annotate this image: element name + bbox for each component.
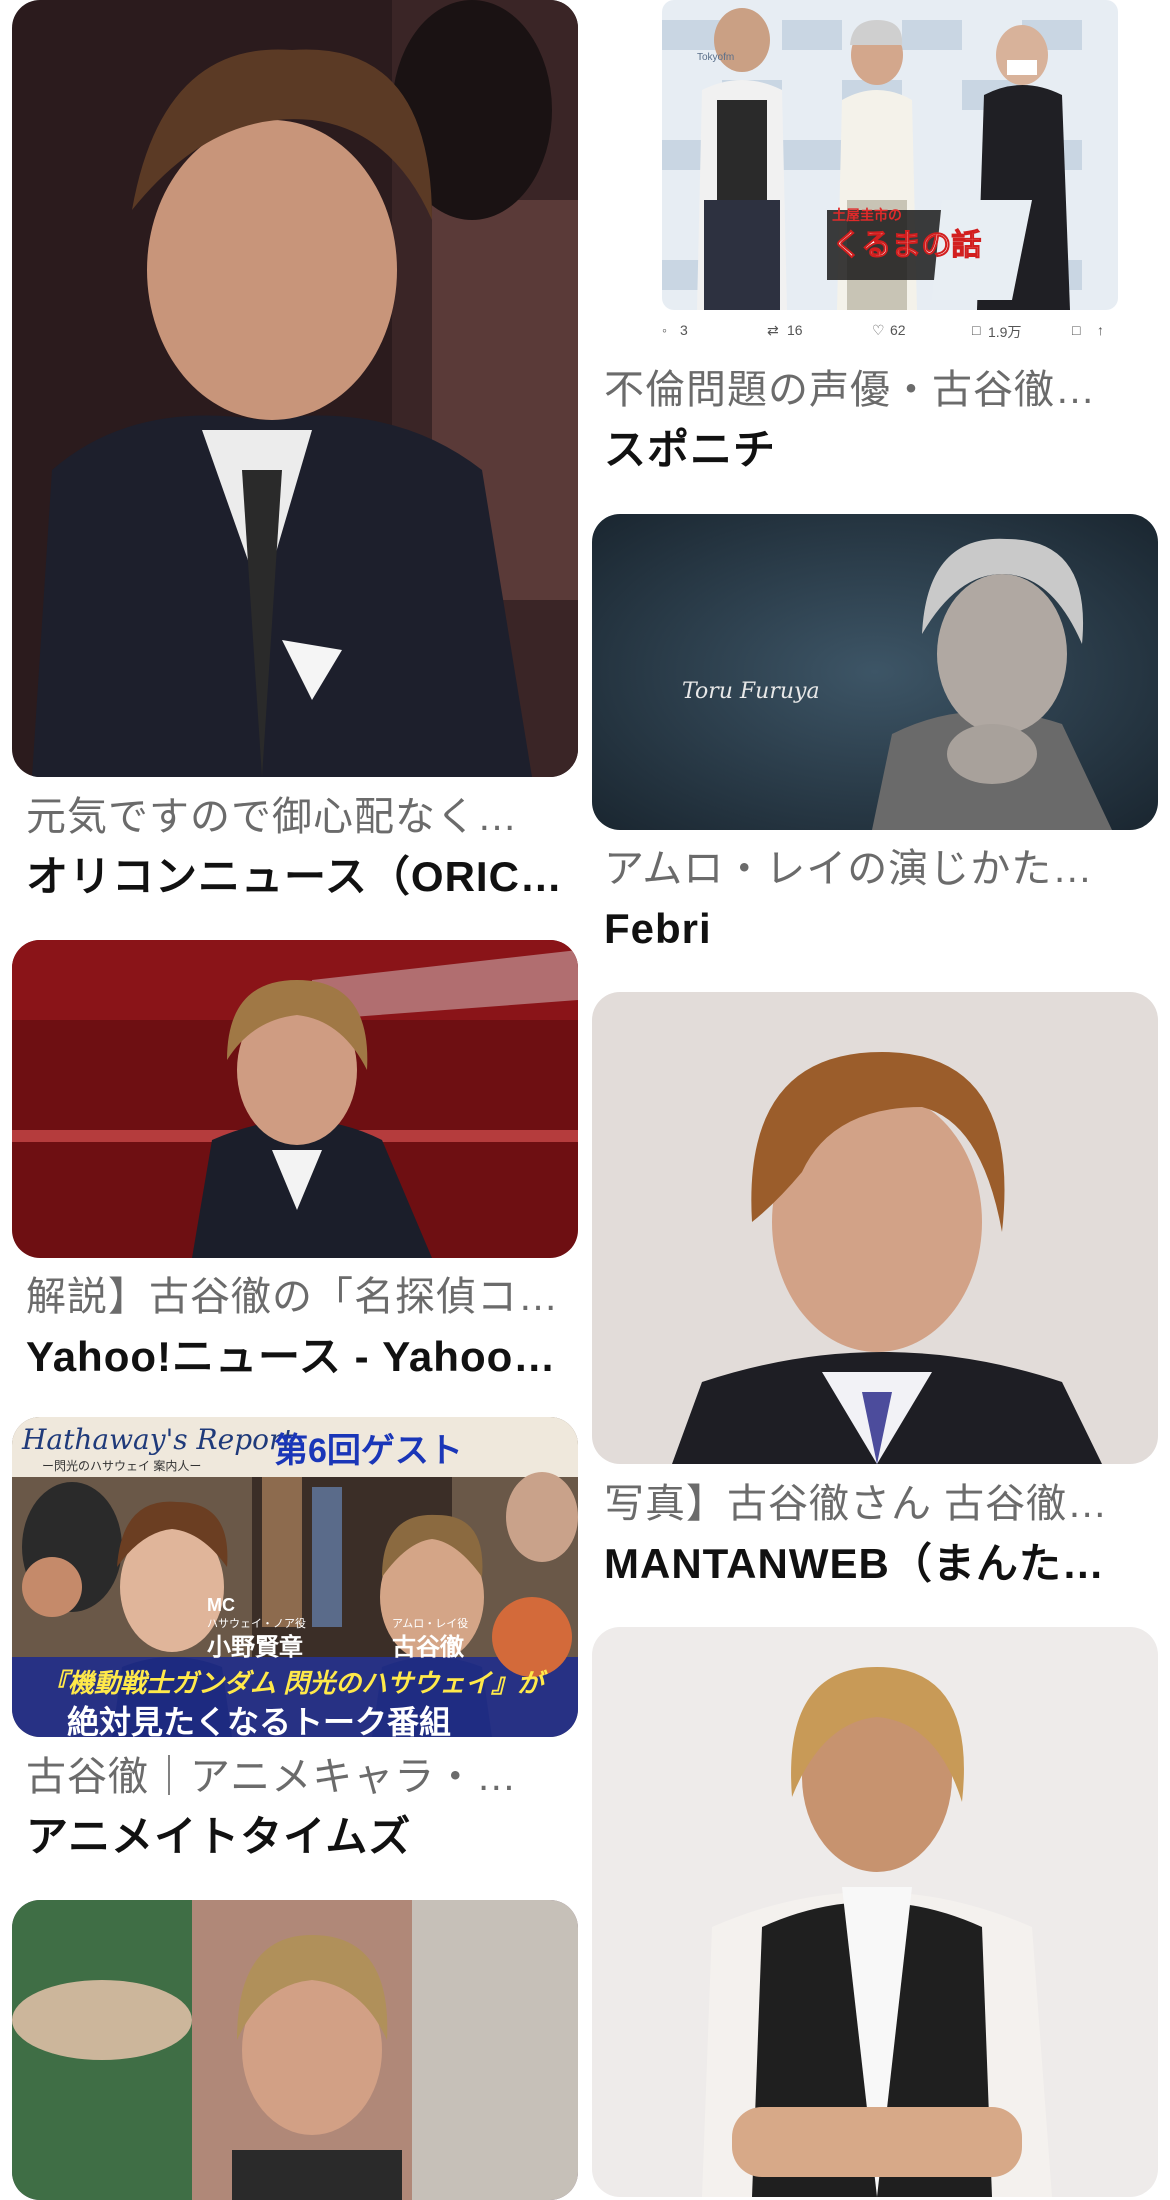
tweet-action-bar: ◦ 3 ⇄ 16 ♡ 62 □ 1.9万 □ ↑ — [662, 322, 1118, 342]
overlay-mc: MC — [207, 1595, 235, 1615]
result-source[interactable]: Febri — [604, 904, 1144, 954]
overlay-amuro-name: 古谷徹 — [392, 1634, 464, 1661]
result-source[interactable]: オリコンニュース（ORIC… — [26, 852, 566, 902]
bookmark-icon: □ — [1072, 322, 1081, 338]
retweet-count: 16 — [787, 322, 803, 338]
overlay-sponsor-wall: Tokyofm — [697, 52, 735, 63]
reply-icon: ◦ — [662, 322, 667, 338]
overlay-guest: 第6回ゲスト — [274, 1432, 463, 1470]
share-icon: ↑ — [1097, 322, 1104, 338]
overlay-hathaway-sub: ー閃光のハサウェイ 案内人ー — [42, 1459, 202, 1473]
result-image[interactable] — [12, 940, 578, 1258]
like-count: 62 — [890, 322, 906, 338]
result-source[interactable]: MANTANWEB（まんたん… — [604, 1539, 1144, 1589]
result-source[interactable]: Yahoo!ニュース - Yahoo!… — [26, 1332, 566, 1382]
result-image[interactable] — [12, 1900, 578, 2200]
result-title[interactable]: 古谷徹｜アニメキャラ・… — [26, 1753, 566, 1801]
result-source[interactable]: スポニチ — [604, 425, 1144, 475]
views-count: 1.9万 — [988, 324, 1022, 340]
result-image[interactable]: 土屋圭市の くるまの話 Tokyofm ◦ 3 ⇄ 16 ♡ 62 □ 1.9万… — [592, 0, 1158, 350]
retweet-icon: ⇄ — [767, 322, 779, 338]
overlay-banner-line1: 『機動戦士ガンダム 閃光のハサウェイ』が — [42, 1668, 544, 1698]
result-title[interactable]: アムロ・レイの演じかた… — [604, 845, 1144, 893]
like-icon: ♡ — [872, 322, 885, 338]
result-image[interactable]: Toru Furuya — [592, 514, 1158, 830]
result-image[interactable]: Hathaway's Report ー閃光のハサウェイ 案内人ー 第6回ゲスト … — [12, 1417, 578, 1737]
overlay-signature: Toru Furuya — [682, 679, 820, 704]
reply-count: 3 — [680, 322, 688, 338]
result-image[interactable] — [592, 992, 1158, 1464]
result-title[interactable]: 不倫問題の声優・古谷徹… — [604, 366, 1144, 414]
result-title[interactable]: 元気ですので御心配なく… — [26, 793, 566, 841]
overlay-banner-line2: 絶対見たくなるトーク番組 — [67, 1703, 452, 1737]
result-source[interactable]: アニメイトタイムズ — [26, 1812, 566, 1862]
result-title[interactable]: 解説】古谷徹の「名探偵コ… — [26, 1273, 566, 1321]
views-icon: □ — [972, 322, 981, 338]
overlay-hathaway-report: Hathaway's Report — [22, 1423, 294, 1456]
overlay-radio-logo: くるまの話 — [831, 229, 982, 263]
result-image[interactable] — [592, 1627, 1158, 2197]
result-title[interactable]: 写真】古谷徹さん 古谷徹… — [604, 1480, 1144, 1528]
result-image[interactable] — [12, 0, 578, 777]
overlay-mc-name: 小野賢章 — [207, 1634, 303, 1661]
